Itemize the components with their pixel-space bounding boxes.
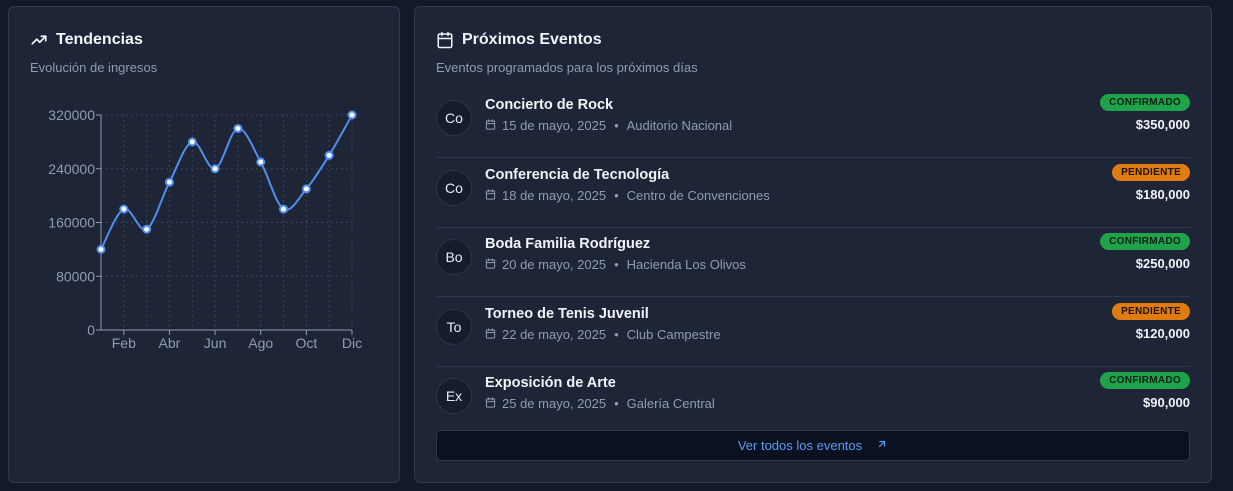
calendar-icon: [485, 188, 496, 203]
event-date: 22 de mayo, 2025: [502, 326, 607, 342]
calendar-icon: [485, 327, 496, 342]
event-meta: 18 de mayo, 2025 • Centro de Convenciones: [485, 188, 770, 203]
events-header: Próximos Eventos: [436, 31, 602, 49]
y-tick-label: 160000: [48, 215, 95, 231]
y-tick-label: 320000: [48, 107, 95, 123]
event-amount: $350,000: [1135, 117, 1190, 132]
event-row[interactable]: Co Concierto de Rock 15 de mayo, 2025 • Audi…: [436, 89, 1190, 158]
status-badge: CONFIRMADO: [1100, 94, 1190, 111]
y-tick-label: 80000: [56, 268, 95, 284]
x-tick-label: Feb: [112, 335, 136, 351]
status-badge: PENDIENTE: [1112, 163, 1190, 181]
x-tick-label: Abr: [159, 335, 181, 351]
meta-separator: •: [614, 187, 619, 203]
trends-card: Tendencias Evolución de ingresos 0 80000 1…: [8, 6, 400, 483]
event-avatar: Bo: [436, 239, 472, 275]
y-tick-label: 240000: [48, 161, 95, 177]
event-date: 15 de mayo, 2025: [502, 118, 607, 133]
y-tick-label: 0: [87, 322, 95, 338]
event-amount: $90,000: [1143, 395, 1190, 410]
data-point: [301, 184, 311, 194]
data-point: [279, 204, 289, 214]
event-name: Exposición de Arte: [485, 375, 616, 391]
x-tick-label: Ago: [248, 335, 273, 351]
status-badge: CONFIRMADO: [1100, 233, 1190, 250]
calendar-icon: [436, 31, 454, 49]
arrow-up-right-icon: [876, 438, 888, 453]
event-avatar: To: [436, 308, 472, 345]
x-tick-label: Oct: [295, 335, 317, 351]
event-row[interactable]: Bo Boda Familia Rodríguez 20 de mayo, 2025…: [436, 228, 1190, 297]
meta-separator: •: [614, 326, 619, 342]
event-name: Concierto de Rock: [485, 97, 614, 113]
data-point: [210, 164, 220, 174]
data-point: [233, 123, 243, 133]
data-point: [324, 150, 334, 160]
calendar-icon: [485, 396, 496, 411]
data-point: [96, 244, 106, 254]
revenue-line-chart: 0 80000 160000 240000 320000 Feb Abr Jun Ago Oct D…: [48, 107, 362, 351]
event-name: Boda Familia Rodríguez: [485, 236, 651, 252]
event-name: Conferencia de Tecnología: [485, 166, 670, 183]
status-badge: CONFIRMADO: [1100, 372, 1190, 389]
event-amount: $250,000: [1135, 256, 1190, 271]
event-avatar: Ex: [436, 378, 472, 414]
data-point: [142, 224, 152, 234]
events-title: Próximos Eventos: [462, 31, 602, 48]
event-avatar: Co: [436, 169, 472, 206]
event-row[interactable]: Ex Exposición de Arte 25 de mayo, 2025 • Gal…: [436, 367, 1190, 436]
event-venue: Club Campestre: [626, 326, 721, 342]
status-badge: PENDIENTE: [1112, 302, 1190, 320]
event-row[interactable]: Co Conferencia de Tecnología 18 de mayo, 2…: [436, 159, 1190, 228]
data-point: [347, 110, 357, 120]
meta-separator: •: [614, 257, 619, 272]
event-meta: 25 de mayo, 2025 • Galería Central: [485, 396, 715, 411]
data-point: [187, 137, 197, 147]
x-tick-label: Dic: [342, 335, 362, 351]
event-venue: Auditorio Nacional: [626, 118, 733, 133]
meta-separator: •: [614, 118, 619, 133]
event-name: Torneo de Tenis Juvenil: [485, 305, 649, 322]
events-subtitle: Eventos programados para los próximos dí…: [436, 60, 698, 75]
event-meta: 22 de mayo, 2025 • Club Campestre: [485, 327, 721, 342]
calendar-icon: [485, 257, 496, 272]
event-venue: Centro de Convenciones: [626, 187, 770, 203]
view-all-label: Ver todos los eventos: [737, 438, 863, 453]
event-date: 25 de mayo, 2025: [502, 396, 607, 411]
events-card: Próximos Eventos Eventos programados par…: [414, 6, 1212, 483]
event-date: 20 de mayo, 2025: [502, 257, 607, 272]
event-venue: Hacienda Los Olivos: [626, 257, 746, 272]
event-date: 18 de mayo, 2025: [502, 187, 607, 203]
event-amount: $120,000: [1135, 325, 1190, 341]
event-meta: 15 de mayo, 2025 • Auditorio Nacional: [485, 118, 732, 133]
calendar-icon: [485, 118, 496, 133]
event-venue: Galería Central: [626, 396, 715, 411]
event-amount: $180,000: [1135, 186, 1190, 202]
event-row[interactable]: To Torneo de Tenis Juvenil 22 de mayo, 202…: [436, 298, 1190, 367]
series-line: [100, 114, 353, 250]
view-all-events-button[interactable]: Ver todos los eventos: [436, 430, 1190, 461]
meta-separator: •: [614, 396, 619, 411]
event-meta: 20 de mayo, 2025 • Hacienda Los Olivos: [485, 257, 746, 272]
x-tick-label: Jun: [204, 335, 227, 351]
data-point: [164, 177, 174, 187]
data-point: [256, 157, 266, 167]
data-point: [119, 204, 129, 214]
event-avatar: Co: [436, 100, 472, 136]
